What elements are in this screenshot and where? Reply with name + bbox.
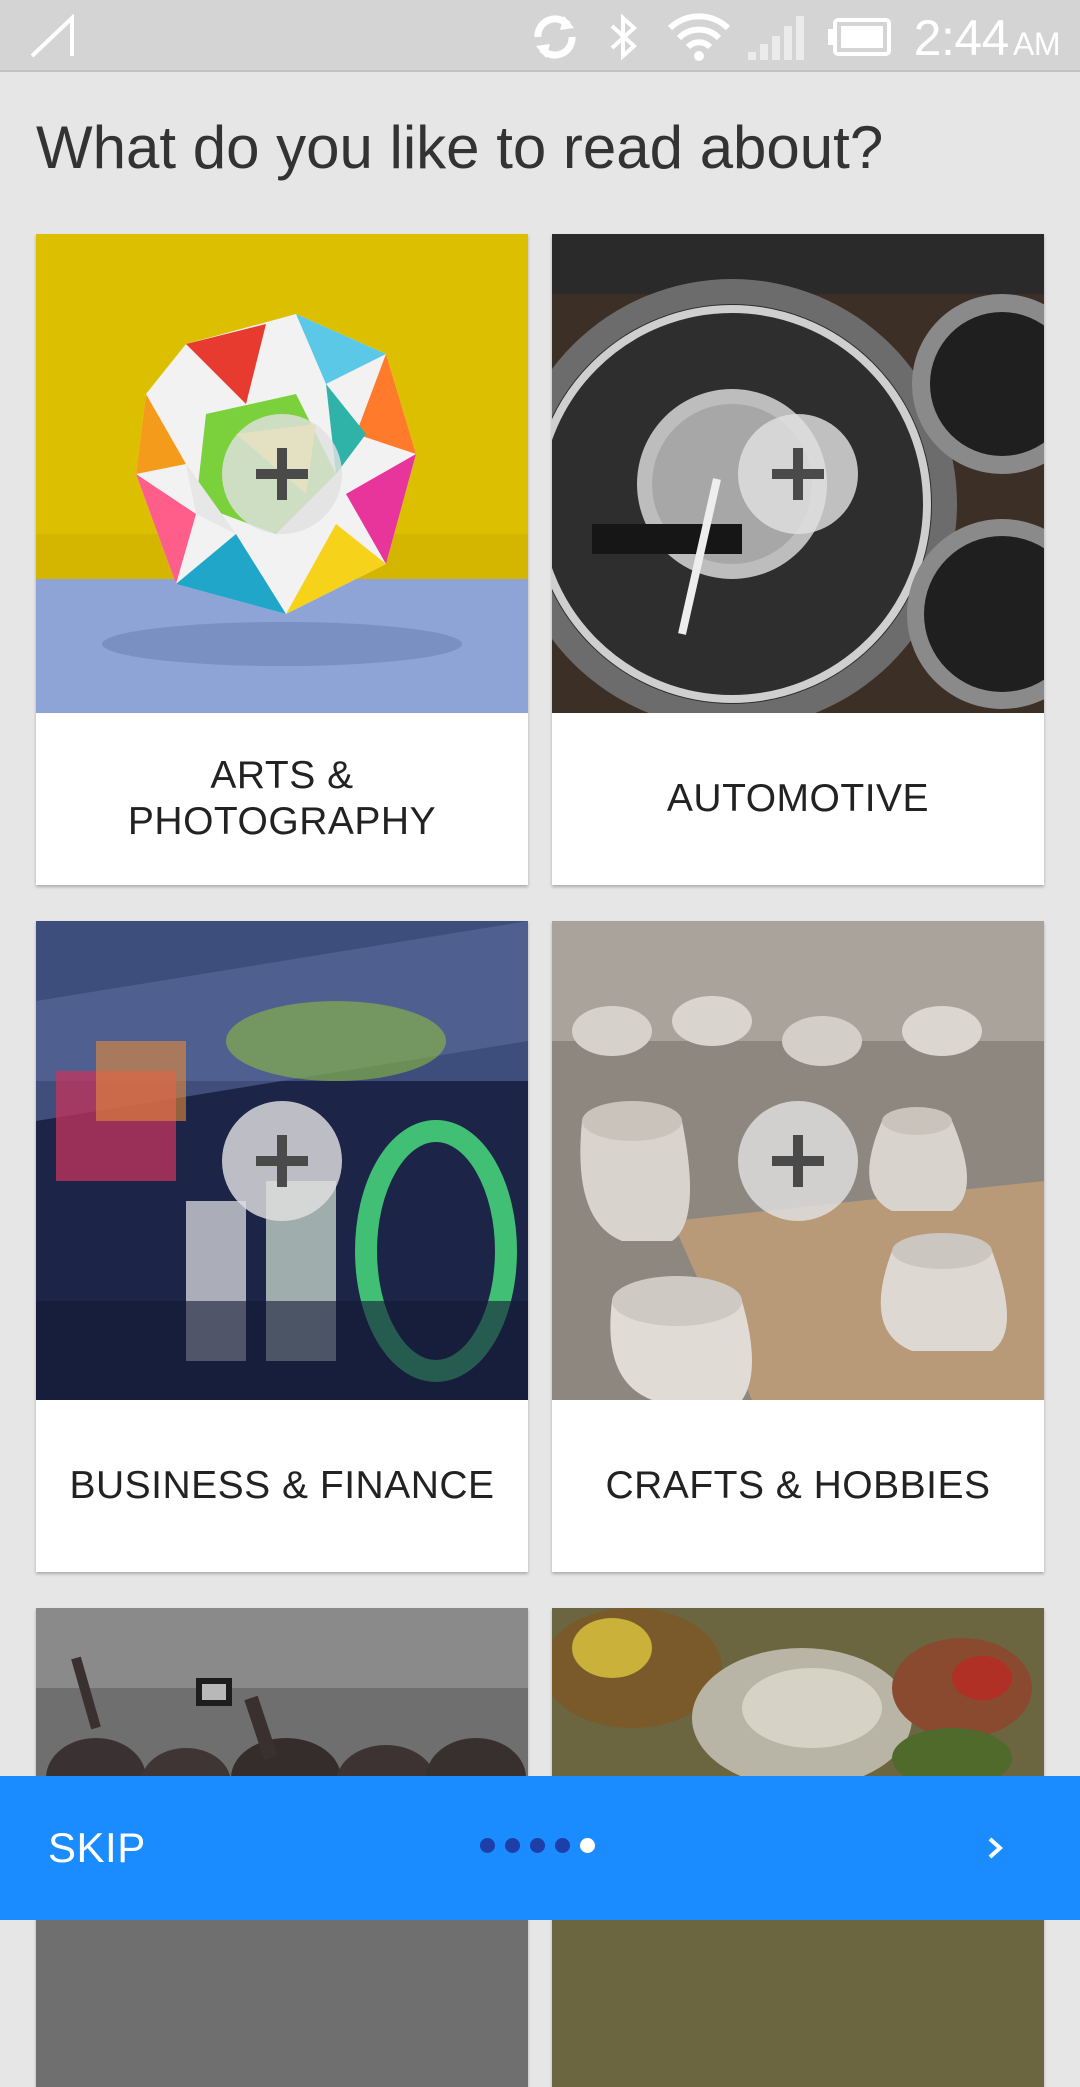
status-time: 2:44 AM: [913, 10, 1061, 72]
category-image: [36, 921, 528, 1400]
cell-signal-icon: [748, 16, 804, 60]
category-label: ARTS & PHOTOGRAPHY: [127, 754, 437, 843]
chevron-right-icon: [988, 1837, 1003, 1859]
wifi-icon: [667, 13, 731, 61]
category-image: [36, 234, 528, 713]
bottom-bar: SKIP: [0, 1776, 1080, 1920]
plus-icon: [256, 1135, 308, 1187]
page-dot: [480, 1838, 495, 1853]
signal-slash-icon: [30, 14, 74, 58]
status-time-ampm: AM: [1013, 26, 1061, 62]
plus-icon: [772, 448, 824, 500]
status-bar: 2:44 AM: [0, 0, 1080, 72]
page-dot: [505, 1838, 520, 1853]
sync-icon: [534, 15, 576, 59]
page-title: What do you like to read about?: [36, 114, 884, 181]
category-image: [552, 921, 1044, 1400]
next-button[interactable]: [960, 1812, 1032, 1884]
plus-icon: [772, 1135, 824, 1187]
page-dot: [530, 1838, 545, 1853]
category-card-automotive[interactable]: AUTOMOTIVE: [552, 234, 1044, 885]
add-category-button[interactable]: [738, 414, 858, 534]
category-card-arts-photography[interactable]: ARTS & PHOTOGRAPHY: [36, 234, 528, 885]
page-indicator: [480, 1838, 595, 1853]
plus-icon: [256, 448, 308, 500]
page-dot-active: [580, 1838, 595, 1853]
category-label: BUSINESS & FINANCE: [69, 1464, 495, 1507]
add-category-button[interactable]: [222, 1101, 342, 1221]
page-dot: [555, 1838, 570, 1853]
skip-button[interactable]: SKIP: [48, 1820, 146, 1876]
bluetooth-icon: [610, 13, 637, 61]
add-category-button[interactable]: [222, 414, 342, 534]
battery-icon: [828, 18, 891, 56]
category-label: AUTOMOTIVE: [666, 777, 930, 820]
category-card-business-finance[interactable]: BUSINESS & FINANCE: [36, 921, 528, 1572]
status-time-value: 2:44: [913, 10, 1010, 66]
category-label: CRAFTS & HOBBIES: [605, 1464, 991, 1507]
add-category-button[interactable]: [738, 1101, 858, 1221]
category-image: [552, 234, 1044, 713]
category-card-crafts-hobbies[interactable]: CRAFTS & HOBBIES: [552, 921, 1044, 1572]
